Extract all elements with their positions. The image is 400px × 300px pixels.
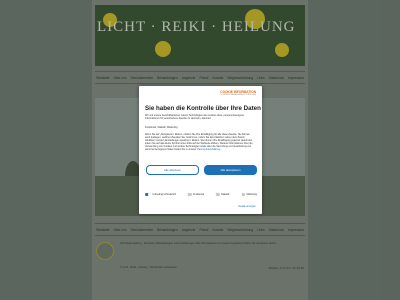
consent-toggle[interactable]: Statistik — [213, 193, 230, 196]
consent-toggles: Unbedingt erforderlich Funktional Statisti… — [145, 193, 257, 196]
consent-toggle[interactable]: Marketing — [238, 193, 257, 196]
accept-all-button[interactable]: Alle akzeptieren — [204, 165, 257, 175]
consent-categories: Funktional, Statistik, Marketing — [145, 126, 178, 129]
consent-explanation: Wenn Sie auf „Akzeptieren“ klicken, erte… — [145, 133, 255, 151]
cookie-consent-dialog: COOKIE INFORMATION CONSENT MANAGEMENT PL… — [139, 86, 262, 214]
privacy-policy-link[interactable]: Datenschutzerklärung — [197, 148, 220, 151]
toggle-switch[interactable] — [238, 193, 245, 196]
consent-toggle[interactable]: Unbedingt erforderlich — [145, 193, 176, 196]
show-details-link[interactable]: Details anzeigen — [238, 205, 256, 208]
consent-brand-logo: COOKIE INFORMATION CONSENT MANAGEMENT PL… — [220, 90, 256, 96]
brand-subtitle: CONSENT MANAGEMENT PLATFORM — [220, 94, 256, 96]
toggle-label: Statistik — [221, 193, 230, 196]
toggle-label: Unbedingt erforderlich — [152, 193, 177, 196]
consent-intro: Wir und unsere Geschäftspartner nutzen T… — [145, 114, 244, 120]
toggle-switch[interactable] — [185, 193, 192, 196]
toggle-switch[interactable] — [213, 193, 220, 196]
toggle-label: Funktional — [193, 193, 205, 196]
consent-toggle[interactable]: Funktional — [185, 193, 205, 196]
toggle-switch[interactable] — [145, 193, 151, 196]
decline-all-button[interactable]: Alle ablehnen — [146, 165, 199, 175]
toggle-label: Marketing — [246, 193, 257, 196]
consent-title: Sie haben die Kontrolle über Ihre Daten — [145, 105, 261, 112]
